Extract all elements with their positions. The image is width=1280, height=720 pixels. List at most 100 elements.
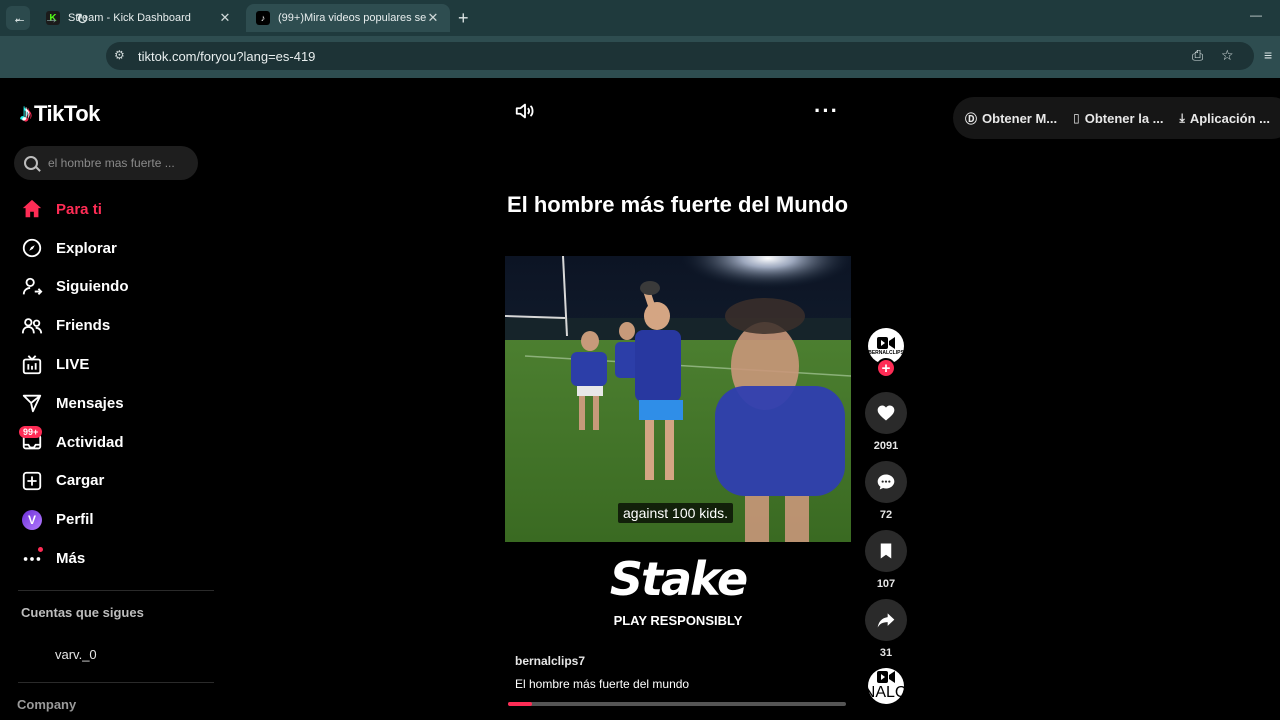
- new-tab-button[interactable]: +: [458, 8, 469, 29]
- sidebar-item-label: Explorar: [56, 239, 117, 257]
- tiktok-note-icon: ♪: [20, 100, 32, 127]
- live-icon: [20, 353, 44, 377]
- sidebar-item-label: LIVE: [56, 356, 90, 374]
- sidebar-item-mensajes[interactable]: Mensajes: [20, 384, 220, 423]
- reload-button[interactable]: ↻: [76, 10, 89, 28]
- video-description: El hombre más fuerte del mundo: [515, 677, 690, 691]
- friends-icon: [20, 314, 44, 338]
- save-count: 107: [876, 578, 896, 590]
- tab-title: (99+)Mira videos populares sele: [278, 12, 426, 24]
- heart-icon: [877, 405, 895, 421]
- more-options-icon[interactable]: ···: [814, 98, 839, 124]
- video-author-link[interactable]: bernalclips7: [515, 654, 585, 668]
- bookmark-star-icon[interactable]: ☆: [1221, 47, 1234, 64]
- close-tab-icon[interactable]: ✕: [218, 10, 232, 26]
- site-info-icon[interactable]: ⚙: [114, 48, 125, 62]
- download-icon: ⤓: [1179, 110, 1185, 125]
- sidebar-divider: [18, 590, 214, 591]
- video-subtitle: against 100 kids.: [618, 503, 734, 523]
- sidebar-item-label: Más: [56, 550, 86, 568]
- video-camera-icon: [877, 337, 895, 349]
- sidebar-item-cargar[interactable]: Cargar: [20, 462, 220, 501]
- avatar-caption: BERNALCLIPS: [868, 350, 904, 356]
- save-button[interactable]: [865, 530, 907, 572]
- tiktok-icon: ♪: [256, 11, 270, 25]
- company-link[interactable]: Company: [17, 697, 76, 712]
- sidebar-item-live[interactable]: LIVE: [20, 345, 220, 384]
- stake-ad-overlay: Stake PLAY RESPONSIBLY: [600, 543, 756, 629]
- get-app-bar: Ⓓ Obtener M... ▯ Obtener la ... ⤓ Aplicació…: [953, 97, 1280, 139]
- browser-tab-kick[interactable]: K Stream - Kick Dashboard ✕: [36, 4, 242, 32]
- sidebar-item-label: Para ti: [56, 200, 102, 218]
- desktop-app-button[interactable]: ⤓ Aplicación ...: [1180, 111, 1271, 126]
- search-input[interactable]: [48, 156, 188, 170]
- video-progress-bar[interactable]: [508, 702, 846, 706]
- sidebar-item-explorar[interactable]: Explorar: [20, 229, 220, 268]
- compass-icon: [20, 236, 44, 260]
- install-app-icon[interactable]: ⎙: [1192, 47, 1203, 64]
- close-tab-icon[interactable]: ✕: [426, 10, 440, 26]
- home-icon: [20, 197, 44, 221]
- sidebar-item-mas[interactable]: Más: [20, 539, 220, 578]
- video-camera-icon: [877, 671, 895, 683]
- sidebar-item-perfil[interactable]: V Perfil: [20, 500, 220, 539]
- following-account-link[interactable]: varv._0: [55, 647, 97, 662]
- messages-icon: [20, 391, 44, 415]
- sidebar-item-actividad[interactable]: 99+ Actividad: [19, 423, 220, 462]
- sidebar-item-label: Actividad: [56, 433, 124, 451]
- like-button[interactable]: [865, 392, 907, 434]
- share-icon: [877, 613, 895, 628]
- comment-button[interactable]: [865, 461, 907, 503]
- promo-label: Obtener la ...: [1084, 110, 1164, 126]
- sidebar-item-label: Siguiendo: [56, 278, 129, 296]
- sidebar-divider: [18, 682, 214, 683]
- sidebar-item-label: Friends: [56, 317, 111, 335]
- share-button[interactable]: [865, 599, 907, 641]
- upload-icon: [20, 469, 44, 493]
- follow-button[interactable]: +: [876, 358, 896, 378]
- logo-text: TikTok: [34, 101, 100, 126]
- tiktok-logo[interactable]: ♪ TikTok: [20, 100, 100, 128]
- stake-tagline: PLAY RESPONSIBLY: [613, 613, 743, 628]
- comment-icon: [877, 474, 895, 490]
- toolbar-divider: [0, 76, 1280, 78]
- video-overlay-title: El hombre más fuerte del Mundo: [506, 192, 849, 217]
- comment-count: 72: [879, 509, 893, 521]
- sidebar-item-label: Mensajes: [56, 394, 124, 412]
- volume-icon[interactable]: [514, 100, 536, 127]
- get-app-button[interactable]: ▯ Obtener la ...: [1073, 111, 1163, 126]
- search-box[interactable]: [14, 146, 198, 180]
- video-frame-image: [505, 256, 851, 542]
- sidebar-item-friends[interactable]: Friends: [20, 306, 220, 345]
- promo-label: Obtener M...: [982, 110, 1058, 126]
- avatar-caption: BERNALCLIPS: [830, 684, 942, 701]
- stake-logo: Stake: [608, 551, 749, 608]
- phone-icon: ▯: [1073, 111, 1080, 125]
- sidebar-item-siguiendo[interactable]: Siguiendo: [20, 268, 220, 307]
- sidebar-item-label: Cargar: [56, 472, 105, 490]
- video-progress-fill: [508, 702, 532, 706]
- promo-label: Aplicación ...: [1189, 110, 1270, 126]
- search-icon[interactable]: [24, 156, 38, 170]
- bookmark-icon: [880, 543, 892, 559]
- browser-tab-tiktok[interactable]: ♪ (99+)Mira videos populares sele ✕: [246, 4, 450, 32]
- sidebar-item-para-ti[interactable]: Para ti: [20, 190, 220, 229]
- sidebar-nav: Para ti Explorar Siguiendo Friends LIVE …: [19, 190, 220, 578]
- url-text[interactable]: tiktok.com/foryou?lang=es-419: [138, 49, 315, 64]
- following-icon: [20, 275, 44, 299]
- following-accounts-title: Cuentas que sigues: [21, 605, 144, 620]
- sound-disc-avatar[interactable]: BERNALCLIPS: [831, 668, 941, 704]
- video-player[interactable]: [505, 256, 851, 542]
- back-button[interactable]: ←: [12, 10, 27, 27]
- get-coins-button[interactable]: Ⓓ Obtener M...: [965, 110, 1057, 127]
- minimize-window-button[interactable]: —: [1250, 8, 1262, 22]
- profile-avatar: V: [20, 508, 44, 532]
- like-count: 2091: [873, 440, 899, 452]
- coin-icon: Ⓓ: [965, 111, 978, 126]
- notification-badge: 99+: [19, 425, 43, 438]
- forward-button[interactable]: →: [44, 10, 59, 27]
- tab-title: Stream - Kick Dashboard: [68, 12, 191, 24]
- extensions-icon[interactable]: ≡: [1264, 47, 1272, 63]
- share-count: 31: [879, 647, 893, 659]
- sidebar-item-label: Perfil: [56, 511, 94, 529]
